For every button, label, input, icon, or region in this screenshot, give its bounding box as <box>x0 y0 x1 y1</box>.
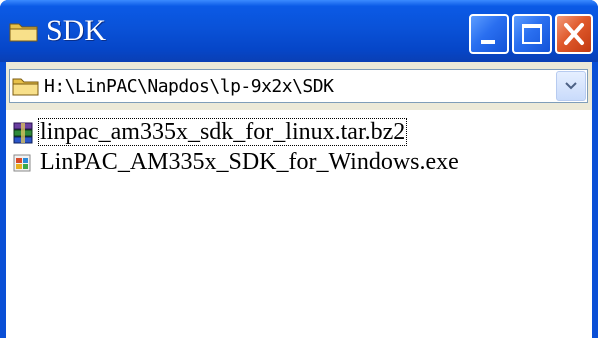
close-button[interactable] <box>555 14 593 54</box>
archive-icon <box>13 122 33 144</box>
minimize-icon <box>481 40 495 44</box>
address-path: H:\LinPAC\Napdos\lp-9x2x\SDK <box>44 76 334 97</box>
chevron-down-icon <box>565 82 577 90</box>
window-title: SDK <box>46 14 107 47</box>
close-icon <box>564 23 584 45</box>
folder-icon <box>12 78 39 96</box>
address-combobox[interactable]: H:\LinPAC\Napdos\lp-9x2x\SDK <box>9 69 588 103</box>
installer-icon <box>13 154 31 172</box>
explorer-window: SDK H:\LinPAC\Napdos\lp-9x2x\SDK linpac_… <box>0 0 598 338</box>
client-area: H:\LinPAC\Napdos\lp-9x2x\SDK linpac_am33… <box>6 62 592 338</box>
address-bar: H:\LinPAC\Napdos\lp-9x2x\SDK <box>6 62 592 110</box>
minimize-button[interactable] <box>469 14 509 54</box>
maximize-button[interactable] <box>512 14 552 54</box>
maximize-icon <box>522 24 542 44</box>
title-bar[interactable]: SDK <box>0 0 598 62</box>
file-list[interactable]: linpac_am335x_sdk_for_linux.tar.bz2 LinP… <box>6 114 592 338</box>
folder-icon <box>9 23 38 42</box>
file-name: LinPAC_AM335x_SDK_for_Windows.exe <box>40 149 459 175</box>
address-dropdown-button[interactable] <box>556 71 586 101</box>
file-name: linpac_am335x_sdk_for_linux.tar.bz2 <box>38 118 408 146</box>
